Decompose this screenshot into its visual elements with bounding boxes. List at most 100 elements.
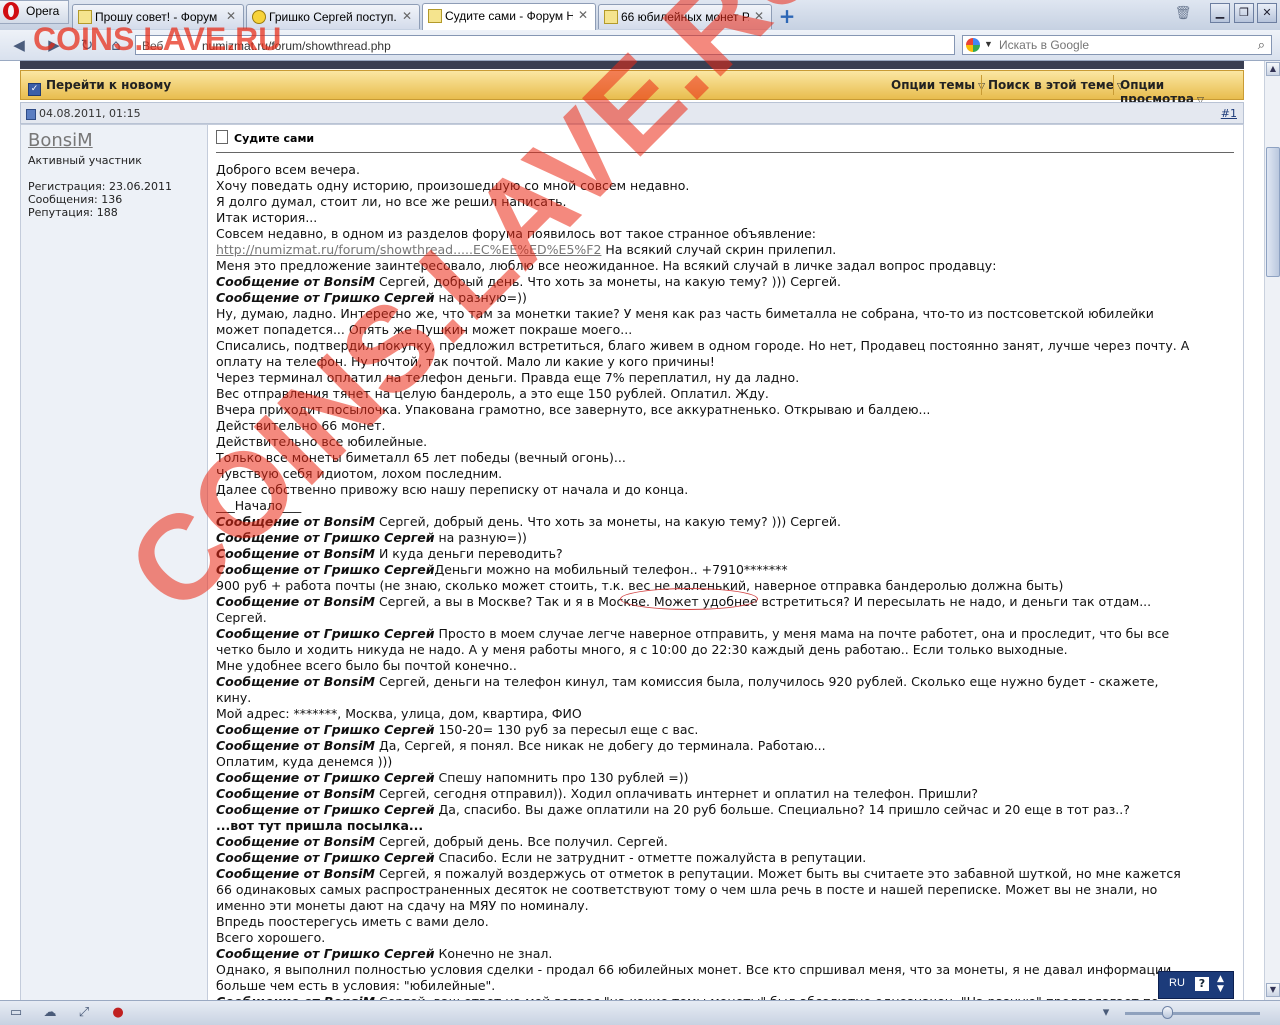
post-line: ...вот тут пришла посылка... (216, 818, 1236, 834)
line-text: Однако, я выполнил полностью условия сде… (216, 962, 1172, 977)
post-date: 04.08.2011, 01:15 (39, 107, 141, 120)
line-text: Спешу напомнить про 130 рублей =)) (434, 770, 689, 785)
quote-author: Сообщение от Гришко Сергей (216, 850, 435, 865)
help-icon[interactable]: ? (1195, 977, 1209, 991)
panel-toggle-icon[interactable]: ▭ (8, 1005, 24, 1020)
line-text: Через терминал оплатил на телефон деньги… (216, 370, 800, 385)
google-icon[interactable] (966, 38, 980, 52)
post-line: может попадется... Опять же Пушкин может… (216, 322, 1236, 338)
line-text: Действительно 66 монет. (216, 418, 386, 433)
thread-toolbar: ✓ Перейти к новому Опции темы▽ Поиск в эт… (20, 70, 1244, 106)
line-text: Я долго думал, стоит ли, но все же решил… (216, 194, 567, 209)
status-bar: ▭ ☁ ⤢ ● ▾ (0, 1000, 1280, 1025)
alert-icon[interactable]: ● (110, 1005, 126, 1020)
user-registration: Регистрация: 23.06.2011 (28, 180, 172, 193)
post-line: Доброго всем вечера. (216, 162, 1236, 178)
new-tab-plus-icon[interactable]: + (778, 6, 796, 26)
username-link[interactable]: BonsiM (28, 130, 93, 151)
post-line: Действительно 66 монет. (216, 418, 1236, 434)
opera-label: Opera (26, 4, 60, 18)
search-thread-menu[interactable]: Поиск в этой теме ▽ (988, 78, 1124, 92)
line-text: 150-20= 130 руб за пересыл еще с вас. (434, 722, 699, 737)
goto-new-label: Перейти к новому (46, 78, 172, 92)
line-text: Меня это предложение заинтересовало, люб… (216, 258, 997, 273)
line-text: Спасибо. Если не затруднит - отметте пож… (434, 850, 867, 865)
post-line: Оплатим, куда денемся ))) (216, 754, 1236, 770)
post-line: http://numizmat.ru/forum/showthread.....… (216, 242, 1236, 258)
cloud-icon[interactable]: ☁ (42, 1005, 58, 1020)
scroll-up-icon[interactable]: ▲ (1266, 62, 1280, 76)
post-line: Совсем недавно, в одном из разделов фору… (216, 226, 1236, 242)
post-line: ___Начало___ (216, 498, 1236, 514)
thread-options-menu[interactable]: Опции темы▽ (891, 78, 985, 92)
post-link[interactable]: http://numizmat.ru/forum/showthread.....… (216, 242, 601, 257)
language-widget[interactable]: RU ? ▲ ▼ (1158, 971, 1234, 999)
post-line: Только все монеты биметалл 65 лет победы… (216, 450, 1236, 466)
share-icon[interactable]: ⤢ (76, 1005, 92, 1020)
post-line: Ну, думаю, ладно. Интересно же, что там … (216, 306, 1236, 322)
line-text: Списались, подтвердил покупку, предложил… (216, 338, 1190, 353)
quote-author: Сообщение от BonsiM (216, 866, 375, 881)
line-text: на разную=)) (434, 290, 527, 305)
post-line: Сообщение от Гришко Сергей Да, спасибо. … (216, 802, 1236, 818)
minimize-button[interactable]: ▁ (1210, 3, 1230, 23)
line-text: Сергей. (216, 610, 267, 625)
post-line: Сообщение от BonsiM Сергей, я пожалуй во… (216, 866, 1236, 882)
line-text: Итак история... (216, 210, 318, 225)
scroll-thumb[interactable] (1266, 147, 1280, 277)
view-icon[interactable]: ▾ (1098, 1005, 1114, 1020)
updown-arrows-icon[interactable]: ▲ ▼ (1217, 974, 1224, 994)
post-line: оплату на телефон. Ну почтой, так почтой… (216, 354, 1236, 370)
post-line: Чувствую себя идиотом, лохом последним. (216, 466, 1236, 482)
line-text: На всякий случай скрин прилепил. (601, 242, 837, 257)
zoom-slider-thumb[interactable] (1162, 1006, 1173, 1019)
post-header: 04.08.2011, 01:15 #1 (20, 102, 1244, 124)
chevron-down-icon[interactable]: ▼ (984, 39, 993, 49)
line-text: Доброго всем вечера. (216, 162, 360, 177)
scroll-down-icon[interactable]: ▼ (1266, 983, 1280, 997)
document-icon (428, 9, 442, 23)
close-icon[interactable]: ✕ (400, 9, 414, 23)
post-title: Судите сами (216, 130, 314, 145)
line-text: именно эти монеты дают на сдачу на МЯУ п… (216, 898, 589, 913)
search-field[interactable]: ▼ ⌕ (962, 35, 1272, 55)
post-message-panel: Судите сами Доброго всем вечера. Хочу пов… (208, 124, 1244, 1000)
line-text: Конечно не знал. (434, 946, 553, 961)
line-text: Сергей, добрый день. Что хоть за монеты,… (374, 514, 841, 529)
post-title-text: Судите сами (234, 132, 315, 145)
search-icon[interactable]: ⌕ (1258, 37, 1265, 53)
line-text: Сергей, добрый день. Что хоть за монеты,… (374, 274, 841, 289)
tab-title: Судите сами - Форум Н... (445, 9, 573, 23)
close-icon[interactable]: ✕ (752, 9, 766, 23)
post-line: Вес отправления тянет на целую бандероль… (216, 386, 1236, 402)
line-text: Мой адрес: *******, Москва, улица, дом, … (216, 706, 582, 721)
line-text: четко было и ходить никуда не надо. А у … (216, 642, 1068, 657)
post-line: кину. (216, 690, 1236, 706)
vertical-scrollbar[interactable]: ▲ ▼ (1264, 61, 1280, 1000)
line-text: Совсем недавно, в одном из разделов фору… (216, 226, 816, 241)
maximize-button[interactable]: ❐ (1234, 3, 1254, 23)
post-line: Я долго думал, стоит ли, но все же решил… (216, 194, 1236, 210)
line-text: на разную=)) (434, 530, 527, 545)
line-text: Мне удобнее всего было бы почтой конечно… (216, 658, 517, 673)
post-line: Сообщение от Гришко Сергей Конечно не зн… (216, 946, 1236, 962)
tab-3-active[interactable]: Судите сами - Форум Н... ✕ (422, 3, 596, 31)
zoom-slider[interactable] (1125, 1012, 1260, 1015)
language-label[interactable]: RU (1169, 977, 1185, 989)
opera-logo-icon (3, 2, 19, 20)
checkbox-icon: ✓ (28, 83, 41, 96)
quote-author: Сообщение от Гришко Сергей (216, 946, 435, 961)
document-icon (604, 10, 618, 24)
line-text: Чувствую себя идиотом, лохом последним. (216, 466, 503, 481)
close-icon[interactable]: ✕ (576, 8, 590, 22)
back-arrow-icon[interactable]: ◀ (10, 36, 28, 54)
tab-4[interactable]: 66 юбилейных монет Р... ✕ (598, 4, 772, 29)
goto-new-link[interactable]: ✓ Перейти к новому (28, 78, 171, 96)
close-window-button[interactable]: ✕ (1257, 3, 1277, 23)
line-text: ___Начало___ (216, 498, 302, 513)
trash-icon[interactable]: 🗑 (1174, 6, 1192, 22)
quote-author: Сообщение от Гришко Сергей (216, 626, 435, 641)
tab-title: Гришко Сергей поступ... (269, 10, 397, 24)
post-number-link[interactable]: #1 (1221, 107, 1237, 120)
search-input[interactable] (999, 37, 1229, 53)
